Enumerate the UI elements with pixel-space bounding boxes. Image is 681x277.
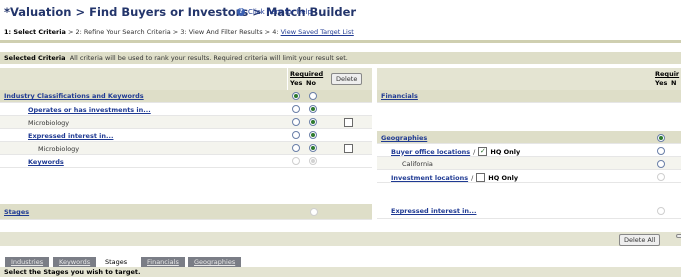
actions-bar bbox=[0, 232, 681, 246]
delete-checkbox[interactable] bbox=[344, 144, 353, 153]
required-no-radio[interactable] bbox=[309, 144, 317, 152]
selected-criteria-bar: Selected Criteria All criteria will be u… bbox=[0, 52, 681, 64]
right-yes-header: Yes bbox=[655, 79, 668, 87]
delete-button[interactable]: Delete bbox=[331, 73, 363, 85]
hq-only-label: HQ Only bbox=[490, 147, 521, 156]
required-no-radio[interactable] bbox=[309, 118, 317, 126]
criteria-value: California bbox=[402, 160, 433, 168]
buyer-office-locations-link[interactable]: Buyer office locations bbox=[391, 148, 470, 156]
tab-industries[interactable]: Industries bbox=[5, 257, 50, 267]
next-button[interactable] bbox=[676, 234, 681, 238]
hq-only-checkbox[interactable]: ✓ bbox=[478, 147, 488, 156]
view-saved-target-list-link[interactable]: View Saved Target List bbox=[281, 28, 354, 36]
yes-header: Yes bbox=[290, 79, 303, 87]
right-required-header: Requir bbox=[655, 70, 680, 78]
tab-keywords[interactable]: Keywords bbox=[53, 257, 97, 267]
tab-financials[interactable]: Financials bbox=[141, 257, 185, 267]
selected-criteria-label: Selected Criteria bbox=[4, 54, 66, 62]
operates-or-has-investments-link[interactable]: Operates or has investments in... bbox=[28, 106, 151, 114]
tab-instruction: Select the Stages you wish to target. bbox=[0, 267, 681, 277]
required-yes-radio[interactable] bbox=[292, 105, 300, 113]
step-3: 3: View And Filter Results bbox=[180, 28, 263, 36]
required-no-radio[interactable] bbox=[309, 131, 317, 139]
delete-all-button[interactable]: Delete All bbox=[619, 234, 661, 246]
required-yes-radio[interactable] bbox=[292, 144, 300, 152]
right-no-header: N bbox=[671, 79, 677, 87]
required-yes-radio[interactable] bbox=[292, 157, 300, 165]
step-current: 1: Select Criteria bbox=[4, 28, 66, 36]
required-yes-radio[interactable] bbox=[657, 160, 665, 168]
step-2: 2: Refine Your Search Criteria bbox=[75, 28, 171, 36]
help-link[interactable]: ? Click here for help bbox=[237, 8, 312, 16]
step-4: 4: bbox=[272, 28, 279, 36]
required-radio[interactable] bbox=[657, 207, 665, 215]
industry-classifications-link[interactable]: Industry Classifications and Keywords bbox=[4, 92, 144, 100]
delete-checkbox[interactable] bbox=[344, 118, 353, 127]
required-yes-radio[interactable] bbox=[292, 131, 300, 139]
required-no-radio[interactable] bbox=[309, 157, 317, 165]
required-yes-radio[interactable] bbox=[292, 118, 300, 126]
tab-geographies[interactable]: Geographies bbox=[188, 257, 242, 267]
investment-locations-link[interactable]: Investment locations bbox=[391, 174, 468, 182]
required-yes-radio[interactable] bbox=[657, 134, 665, 142]
divider bbox=[0, 40, 681, 43]
no-header: No bbox=[306, 79, 316, 87]
required-yes-radio[interactable] bbox=[657, 173, 665, 181]
buyer-office-locations-row: Buyer office locations / ✓ HQ Only bbox=[391, 147, 521, 156]
table-row bbox=[377, 90, 681, 103]
required-header: Required bbox=[290, 70, 324, 78]
tab-stages[interactable]: Stages bbox=[99, 257, 134, 267]
expressed-interest-link[interactable]: Expressed interest in... bbox=[28, 132, 113, 140]
hq-only-label: HQ Only bbox=[488, 173, 519, 182]
investment-locations-row: Investment locations / HQ Only bbox=[391, 173, 519, 182]
right-panel-header bbox=[377, 68, 681, 90]
expressed-interest-link[interactable]: Expressed interest in... bbox=[391, 207, 476, 215]
required-radio[interactable] bbox=[310, 208, 318, 216]
required-yes-radio[interactable] bbox=[657, 147, 665, 155]
required-no-radio[interactable] bbox=[309, 92, 317, 100]
criteria-value: Microbiology bbox=[38, 145, 80, 153]
step-breadcrumb: 1: Select Criteria > 2: Refine Your Sear… bbox=[4, 28, 354, 36]
help-icon: ? bbox=[237, 8, 245, 16]
stages-link[interactable]: Stages bbox=[4, 208, 29, 216]
geographies-link[interactable]: Geographies bbox=[381, 134, 427, 142]
keywords-link[interactable]: Keywords bbox=[28, 158, 64, 166]
required-yes-radio[interactable] bbox=[292, 92, 300, 100]
selected-criteria-note: All criteria will be used to rank your r… bbox=[69, 54, 348, 62]
financials-link[interactable]: Financials bbox=[381, 92, 418, 100]
help-link-label: Click here for help bbox=[248, 8, 312, 16]
hq-only-checkbox[interactable] bbox=[476, 173, 486, 182]
required-no-radio[interactable] bbox=[309, 105, 317, 113]
criteria-value: Microbiology bbox=[28, 119, 70, 127]
